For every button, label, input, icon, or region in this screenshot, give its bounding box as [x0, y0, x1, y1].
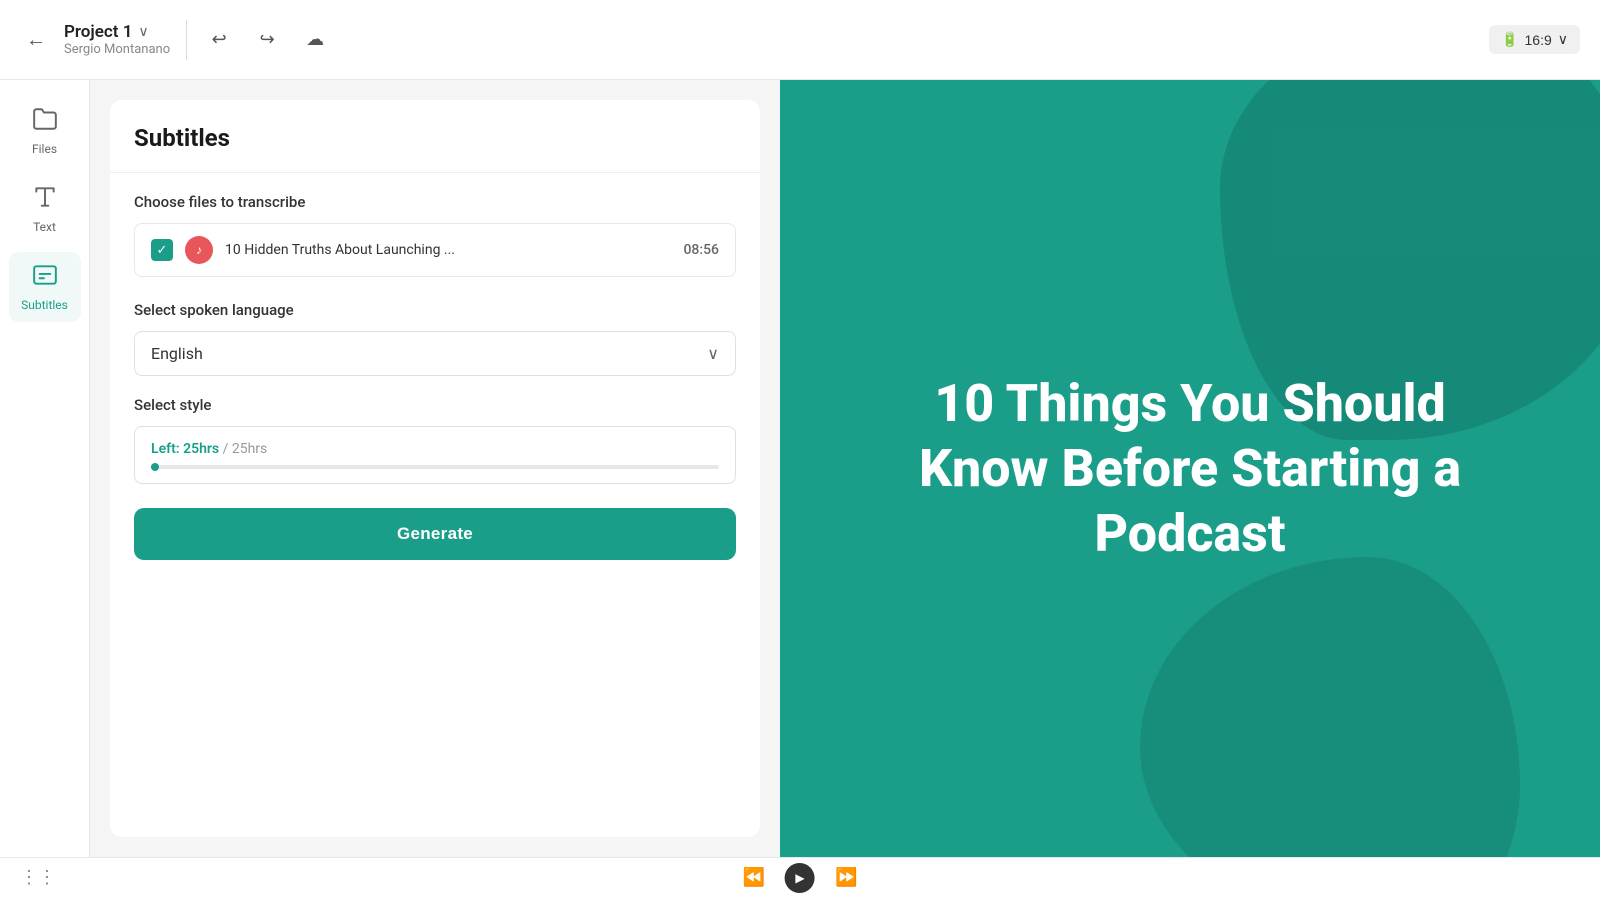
sidebar-item-files-label: Files: [32, 142, 57, 156]
language-value: English: [151, 344, 203, 363]
project-info: Project 1 ∨ Sergio Montanano: [64, 22, 170, 57]
credits-left: Left: 25hrs: [151, 441, 219, 457]
preview-canvas: 10 Things You Should Know Before Startin…: [780, 80, 1600, 857]
sidebar-item-files[interactable]: Files: [9, 96, 81, 166]
rewind-button[interactable]: ⏪: [743, 867, 765, 888]
main-layout: Files Text Subtitles Subtitles: [0, 80, 1600, 857]
panel-divider: [110, 172, 760, 173]
file-list-container: ✓ ♪ 10 Hidden Truths About Launching ...…: [134, 223, 736, 277]
subtitles-icon: [32, 262, 58, 294]
dropdown-chevron-icon: ∨: [707, 344, 719, 363]
header-left: ← Project 1 ∨ Sergio Montanano: [20, 22, 170, 57]
files-icon: [32, 106, 58, 138]
file-checkbox[interactable]: ✓: [151, 239, 173, 261]
cloud-save-button[interactable]: ☁: [299, 24, 331, 56]
bottom-controls: ⏪ ▶ ⏩: [743, 863, 858, 893]
file-name: 10 Hidden Truths About Launching ...: [225, 242, 671, 258]
language-section: Select spoken language English ∨: [134, 301, 736, 376]
canvas-blob-2: [1140, 557, 1520, 857]
credits-total: / 25hrs: [223, 441, 268, 457]
header-divider: [186, 20, 187, 60]
select-style-label: Select style: [134, 396, 736, 414]
play-button[interactable]: ▶: [785, 863, 815, 893]
forward-button[interactable]: ⏩: [835, 867, 857, 888]
aspect-ratio-button[interactable]: 🔋 16:9 ∨: [1489, 25, 1580, 54]
file-thumbnail: ♪: [185, 236, 213, 264]
sidebar: Files Text Subtitles: [0, 80, 90, 857]
choose-files-section: Choose files to transcribe ✓ ♪ 10 Hidden…: [134, 193, 736, 277]
file-audio-icon: ♪: [196, 243, 202, 257]
header-right: 🔋 16:9 ∨: [1489, 25, 1580, 54]
file-item: ✓ ♪ 10 Hidden Truths About Launching ...…: [151, 236, 719, 264]
play-icon: ▶: [795, 871, 804, 885]
credits-progress-bar: [151, 465, 719, 469]
sidebar-item-text-label: Text: [33, 220, 56, 234]
project-title-row: Project 1 ∨: [64, 22, 170, 42]
bottom-dots-icon: ⋮⋮: [20, 867, 56, 888]
sidebar-item-subtitles-label: Subtitles: [21, 298, 68, 312]
language-label: Select spoken language: [134, 301, 736, 319]
credits-text: Left: 25hrs / 25hrs: [151, 441, 719, 457]
subtitles-panel: Subtitles Choose files to transcribe ✓ ♪: [90, 80, 780, 857]
back-button[interactable]: ←: [20, 24, 52, 56]
bottom-bar: ⋮⋮ ⏪ ▶ ⏩: [0, 857, 1600, 897]
checkbox-check-icon: ✓: [157, 243, 168, 258]
header: ← Project 1 ∨ Sergio Montanano ↩ ↪ ☁ 🔋 1…: [0, 0, 1600, 80]
canvas-headline: 10 Things You Should Know Before Startin…: [840, 371, 1540, 566]
choose-files-label: Choose files to transcribe: [134, 193, 736, 211]
generate-button[interactable]: Generate: [134, 508, 736, 560]
credits-box: Left: 25hrs / 25hrs: [134, 426, 736, 484]
sidebar-item-subtitles[interactable]: Subtitles: [9, 252, 81, 322]
credits-progress-dot: [151, 463, 159, 471]
redo-button[interactable]: ↪: [251, 24, 283, 56]
language-dropdown[interactable]: English ∨: [134, 331, 736, 376]
project-author: Sergio Montanano: [64, 42, 170, 57]
aspect-ratio-chevron-icon: ∨: [1558, 31, 1568, 48]
content-area: Subtitles Choose files to transcribe ✓ ♪: [90, 80, 1600, 857]
text-icon: [32, 184, 58, 216]
project-name: Project 1: [64, 22, 132, 42]
aspect-ratio-value: 16:9: [1525, 32, 1552, 48]
project-chevron-icon[interactable]: ∨: [138, 24, 148, 40]
file-duration: 08:56: [683, 242, 719, 258]
panel-title: Subtitles: [134, 124, 736, 152]
battery-icon: 🔋: [1501, 31, 1518, 48]
sidebar-item-text[interactable]: Text: [9, 174, 81, 244]
header-actions: ↩ ↪ ☁: [203, 24, 331, 56]
panel-inner: Subtitles Choose files to transcribe ✓ ♪: [110, 100, 760, 837]
undo-button[interactable]: ↩: [203, 24, 235, 56]
